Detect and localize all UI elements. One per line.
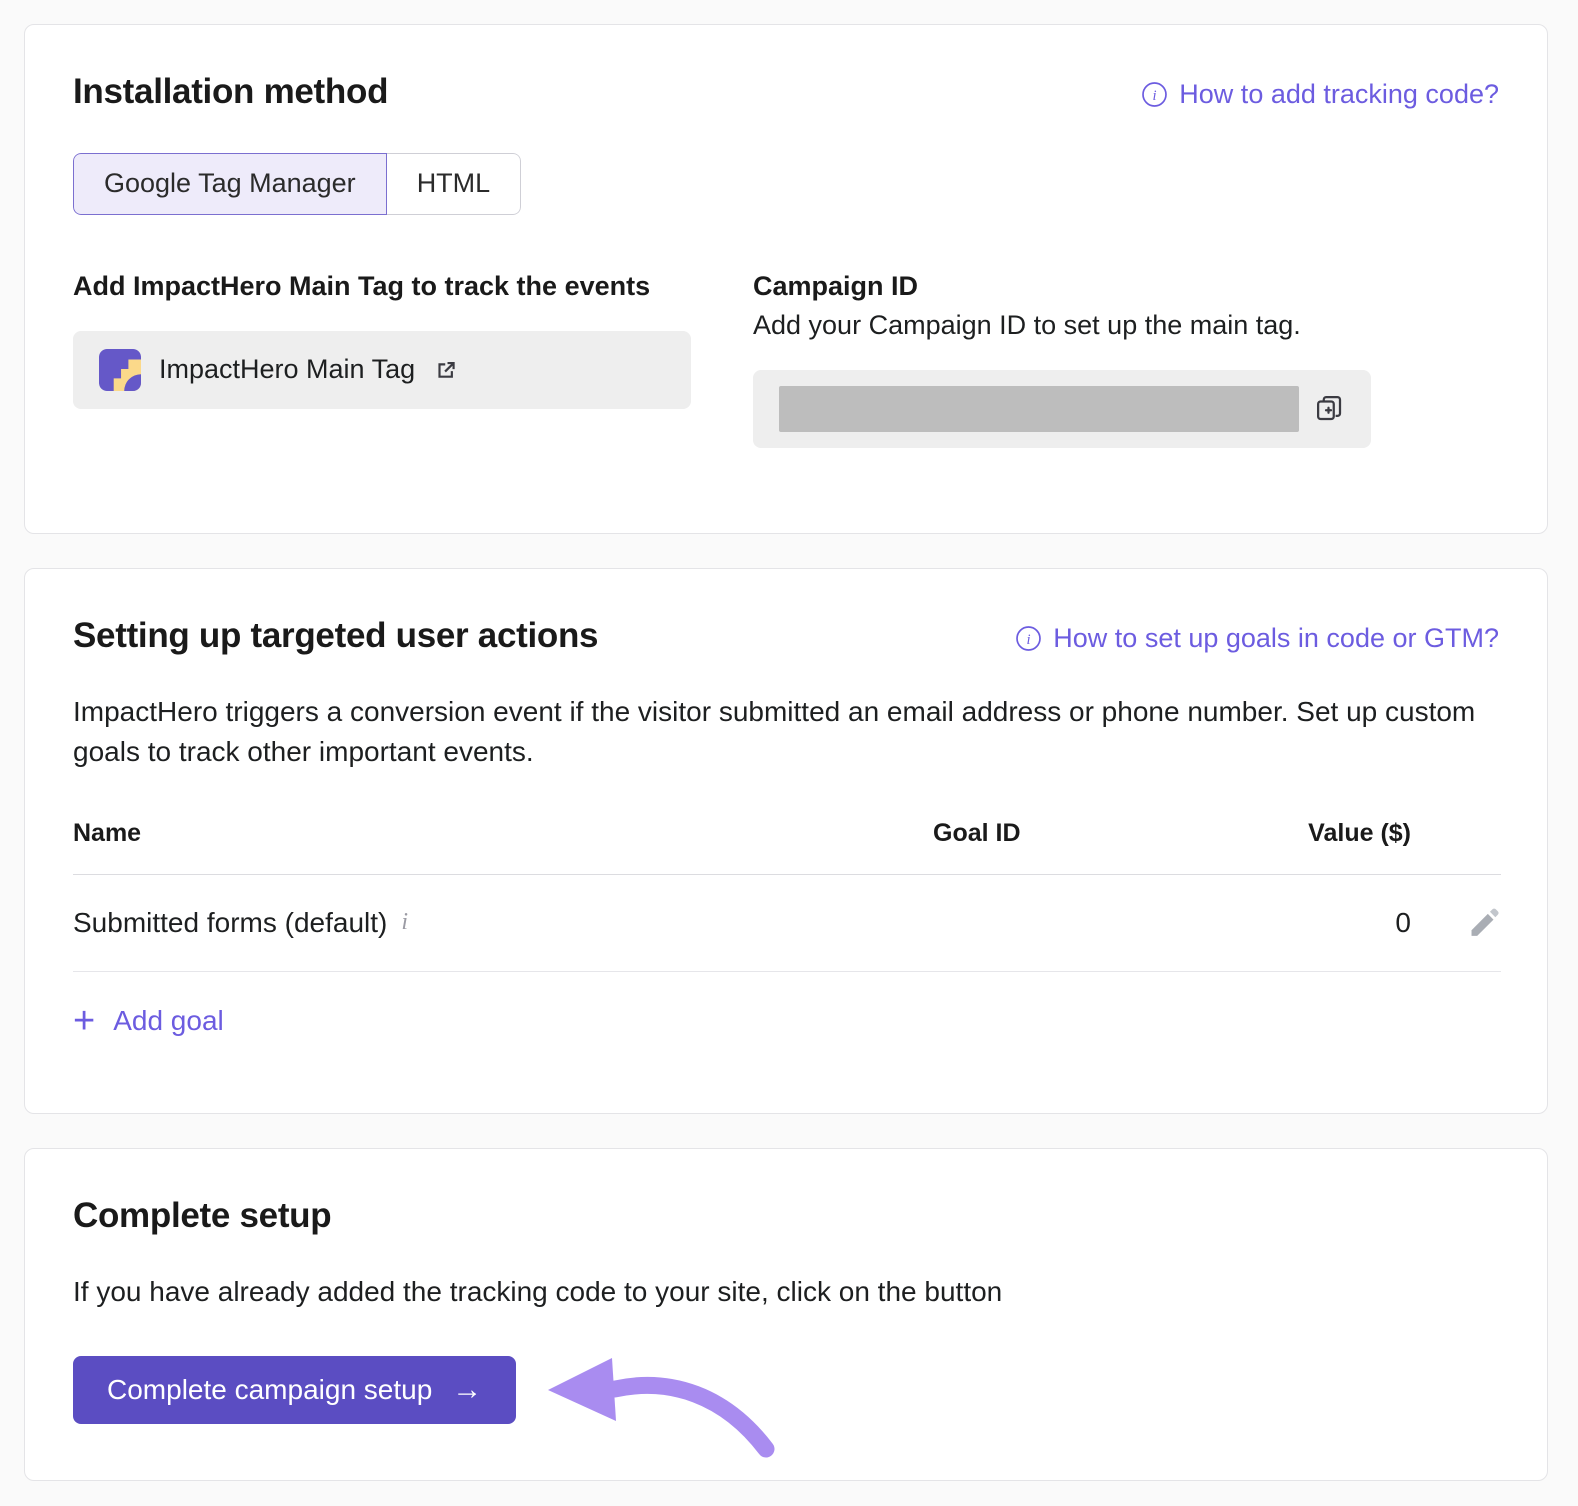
column-header-goal-id: Goal ID: [933, 819, 1153, 875]
external-link-icon[interactable]: [433, 357, 459, 383]
copy-icon[interactable]: [1315, 394, 1345, 424]
table-row: Submitted forms (default) i 0: [73, 874, 1501, 971]
how-to-add-tracking-code-link[interactable]: i How to add tracking code?: [1141, 79, 1499, 110]
installation-card-header: Installation method i How to add trackin…: [73, 73, 1499, 112]
column-header-actions: [1411, 819, 1501, 875]
impacthero-logo-icon: [99, 349, 141, 391]
column-header-value: Value ($): [1153, 819, 1411, 875]
how-to-set-up-goals-label: How to set up goals in code or GTM?: [1053, 623, 1499, 654]
targeted-user-actions-card: Setting up targeted user actions i How t…: [24, 568, 1548, 1114]
how-to-set-up-goals-link[interactable]: i How to set up goals in code or GTM?: [1015, 623, 1499, 654]
pencil-icon[interactable]: [1467, 906, 1501, 940]
svg-text:i: i: [1027, 632, 1031, 648]
info-small-icon[interactable]: i: [401, 909, 408, 936]
campaign-id-box: [753, 370, 1371, 448]
info-circle-icon: i: [1141, 81, 1168, 108]
installation-method-card: Installation method i How to add trackin…: [24, 24, 1548, 534]
add-goal-label: Add goal: [113, 1005, 224, 1037]
main-tag-label: ImpactHero Main Tag: [159, 354, 415, 385]
installation-method-toggle[interactable]: Google Tag Manager HTML: [73, 153, 521, 215]
method-option-google-tag-manager[interactable]: Google Tag Manager: [73, 153, 387, 215]
goal-name-cell: Submitted forms (default) i: [73, 874, 933, 971]
goal-id-cell: [933, 874, 1153, 971]
complete-campaign-setup-label: Complete campaign setup: [107, 1374, 432, 1406]
arrow-right-icon: →: [452, 1375, 482, 1405]
goals-table: Name Goal ID Value ($) Submitted forms (…: [73, 819, 1501, 972]
campaign-id-value[interactable]: [779, 386, 1299, 432]
svg-text:i: i: [1153, 88, 1157, 104]
goals-title: Setting up targeted user actions: [73, 617, 598, 656]
goals-card-header: Setting up targeted user actions i How t…: [73, 617, 1499, 656]
complete-campaign-setup-button[interactable]: Complete campaign setup →: [73, 1356, 516, 1424]
main-tag-heading: Add ImpactHero Main Tag to track the eve…: [73, 267, 691, 306]
add-goal-button[interactable]: + Add goal: [73, 1002, 224, 1040]
goals-table-header-row: Name Goal ID Value ($): [73, 819, 1501, 875]
main-tag-column: Add ImpactHero Main Tag to track the eve…: [73, 267, 691, 448]
how-to-add-tracking-code-label: How to add tracking code?: [1179, 79, 1499, 110]
plus-icon: +: [73, 1002, 95, 1040]
method-option-html[interactable]: HTML: [387, 153, 522, 215]
complete-setup-title: Complete setup: [73, 1197, 1499, 1236]
complete-setup-description: If you have already added the tracking c…: [73, 1272, 1499, 1313]
main-tag-box: ImpactHero Main Tag: [73, 331, 691, 409]
page-title: Installation method: [73, 73, 388, 112]
campaign-id-description: Add your Campaign ID to set up the main …: [753, 306, 1371, 345]
info-circle-icon: i: [1015, 625, 1042, 652]
column-header-name: Name: [73, 819, 933, 875]
goal-actions-cell: [1411, 874, 1501, 971]
impacthero-main-tag-link[interactable]: ImpactHero Main Tag: [99, 349, 459, 391]
goal-value-cell: 0: [1153, 874, 1411, 971]
campaign-id-heading: Campaign ID: [753, 267, 1371, 306]
goal-name-label: Submitted forms (default): [73, 907, 387, 939]
campaign-id-column: Campaign ID Add your Campaign ID to set …: [753, 267, 1371, 448]
goals-description: ImpactHero triggers a conversion event i…: [73, 692, 1499, 773]
installation-columns: Add ImpactHero Main Tag to track the eve…: [73, 267, 1499, 448]
complete-setup-card: Complete setup If you have already added…: [24, 1148, 1548, 1481]
